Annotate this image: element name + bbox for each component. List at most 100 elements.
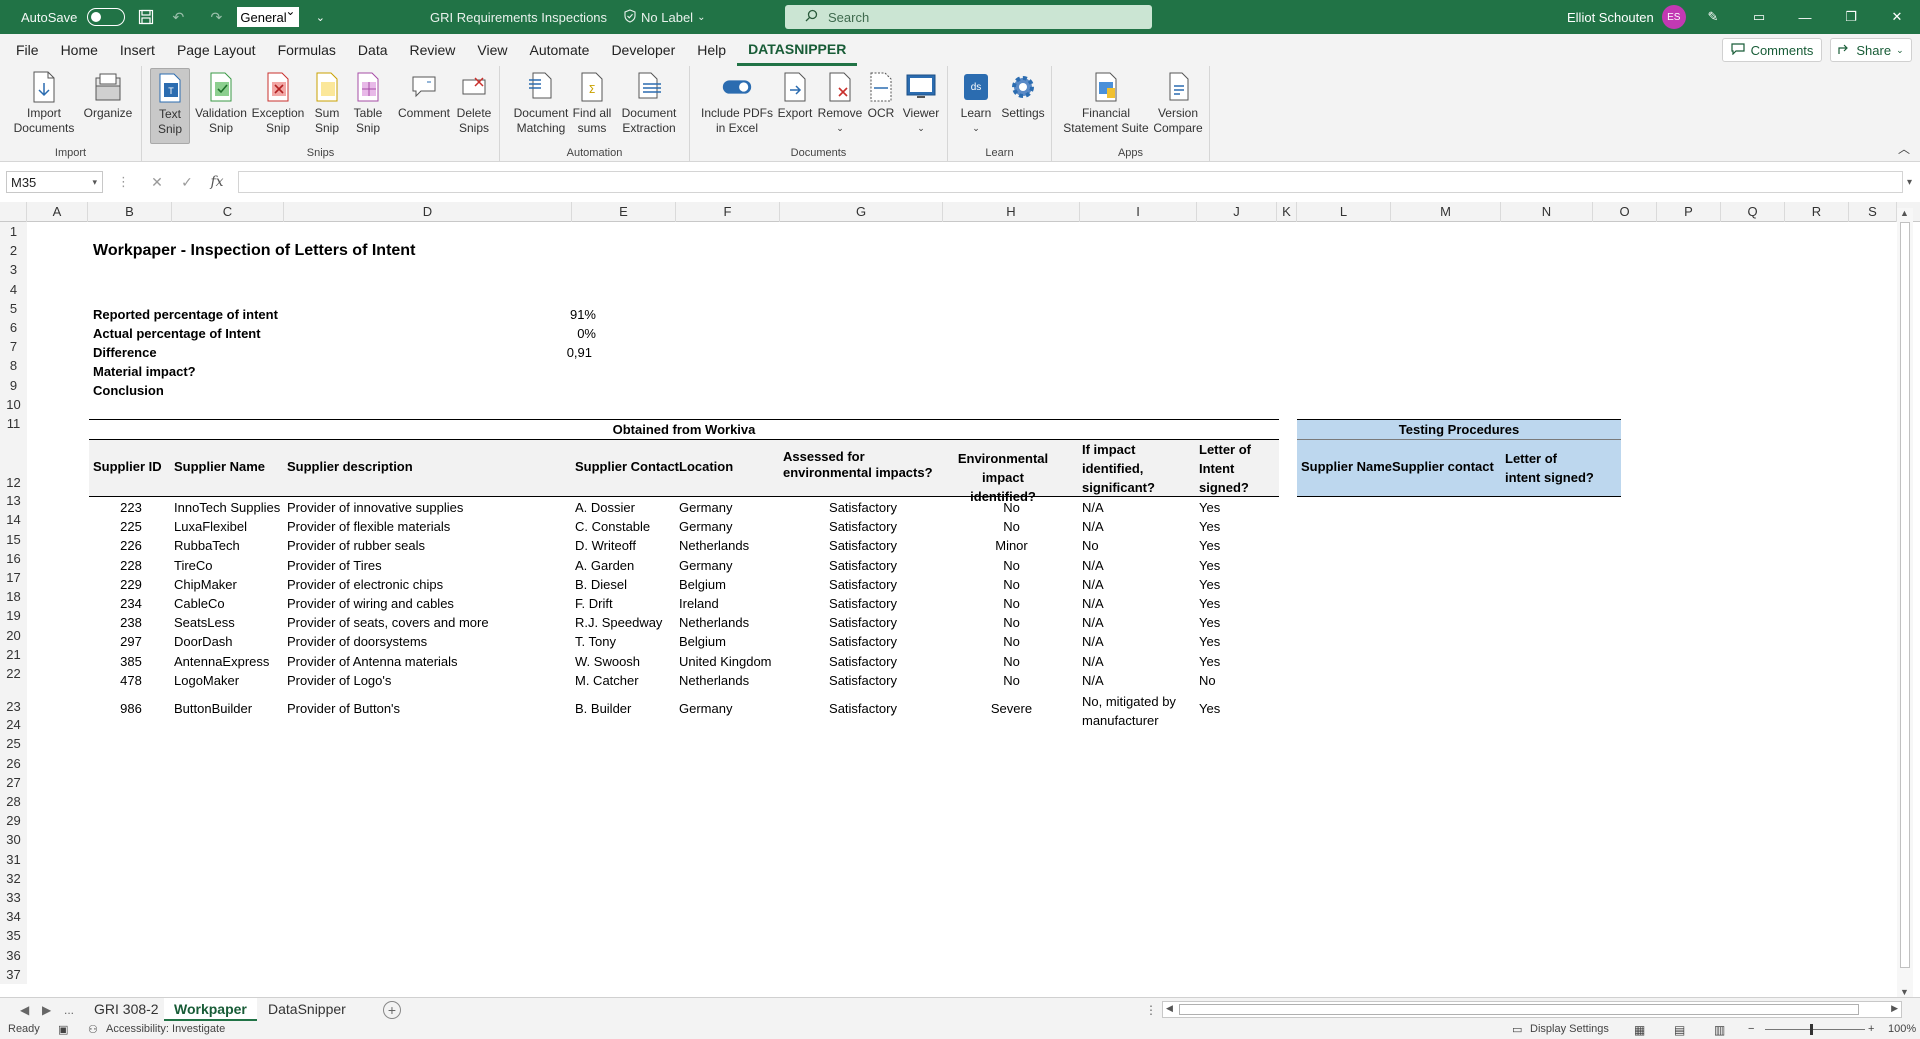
worksheet-grid[interactable]: Workpaper - Inspection of Letters of Int… — [27, 222, 1897, 997]
insert-function-icon[interactable]: fx — [202, 174, 232, 190]
row-header[interactable]: 37 — [0, 964, 27, 984]
zoom-level[interactable]: 100% — [1888, 1023, 1916, 1035]
column-header[interactable]: C — [172, 202, 284, 222]
column-header[interactable]: Q — [1721, 202, 1785, 222]
row-header[interactable]: 13 — [0, 491, 27, 511]
validation-snip-button[interactable]: Validation Snip — [194, 68, 248, 136]
column-header[interactable]: E — [572, 202, 676, 222]
collapse-ribbon-icon[interactable]: ︿ — [1898, 140, 1910, 157]
row-header[interactable]: 26 — [0, 753, 27, 773]
row-header[interactable]: 2 — [0, 241, 27, 261]
sum-snip-button[interactable]: Sum Snip — [308, 68, 346, 136]
restore-icon[interactable]: ❐ — [1828, 9, 1874, 25]
sheet-tab-gri[interactable]: GRI 308-2 — [84, 998, 169, 1022]
find-all-sums-button[interactable]: Σ Find all sums — [570, 68, 614, 136]
close-icon[interactable]: ✕ — [1874, 9, 1920, 25]
organize-button[interactable]: Organize — [80, 68, 136, 121]
row-header[interactable]: 28 — [0, 792, 27, 812]
tab-insert[interactable]: Insert — [109, 34, 166, 66]
column-header[interactable]: B — [88, 202, 172, 222]
row-header[interactable]: 10 — [0, 394, 27, 414]
tab-split-handle[interactable]: ⋮ — [1145, 998, 1157, 1022]
comments-button[interactable]: Comments — [1722, 38, 1822, 62]
horizontal-scrollbar[interactable]: ◀ ▶ — [1162, 1001, 1902, 1018]
column-header[interactable]: I — [1080, 202, 1197, 222]
column-header[interactable]: L — [1297, 202, 1391, 222]
avatar[interactable]: ES — [1661, 5, 1686, 29]
redo-icon[interactable]: ↷ — [205, 6, 227, 28]
minimize-icon[interactable]: — — [1782, 10, 1828, 25]
macro-recording-icon[interactable]: ▣ — [58, 1023, 68, 1036]
page-layout-icon[interactable]: ▤ — [1674, 1023, 1685, 1037]
number-format-select[interactable]: General — [237, 4, 300, 27]
normal-view-icon[interactable]: ▦ — [1634, 1023, 1645, 1037]
tab-formulas[interactable]: Formulas — [267, 34, 347, 66]
row-header[interactable]: 16 — [0, 548, 27, 568]
row-header[interactable]: 12 — [0, 433, 27, 492]
tab-data[interactable]: Data — [347, 34, 399, 66]
column-header[interactable]: H — [943, 202, 1080, 222]
exception-snip-button[interactable]: Exception Snip — [250, 68, 306, 136]
user-account[interactable]: Elliot Schouten ES — [1567, 0, 1686, 34]
page-break-icon[interactable]: ▥ — [1714, 1023, 1725, 1037]
column-header[interactable]: N — [1501, 202, 1593, 222]
name-box[interactable]: M35 — [6, 171, 103, 193]
row-header[interactable]: 7 — [0, 337, 27, 357]
row-header[interactable]: 20 — [0, 625, 27, 645]
row-header[interactable]: 18 — [0, 587, 27, 607]
cancel-icon[interactable]: ✕ — [142, 174, 172, 191]
scroll-thumb[interactable] — [1179, 1004, 1859, 1015]
scroll-down-icon[interactable]: ▼ — [1900, 987, 1909, 997]
scroll-up-icon[interactable]: ▲ — [1900, 208, 1909, 218]
customize-toolbar-icon[interactable]: ⌄ — [309, 6, 331, 28]
tab-home[interactable]: Home — [50, 34, 109, 66]
share-button[interactable]: Share ⌄ — [1830, 38, 1912, 62]
more-sheets[interactable]: ... — [64, 998, 74, 1022]
accessibility-status[interactable]: Accessibility: Investigate — [106, 1023, 225, 1035]
ocr-button[interactable]: OCR — [862, 68, 900, 121]
zoom-out-icon[interactable]: − — [1748, 1023, 1754, 1035]
row-header[interactable]: 22 — [0, 664, 27, 684]
save-icon[interactable] — [135, 6, 157, 28]
zoom-thumb[interactable] — [1810, 1024, 1813, 1035]
column-header[interactable]: M — [1391, 202, 1501, 222]
row-header[interactable]: 11 — [0, 414, 27, 434]
row-header[interactable]: 23 — [0, 683, 27, 716]
row-header[interactable]: 1 — [0, 222, 27, 242]
sheet-tab-workpaper[interactable]: Workpaper — [164, 998, 257, 1022]
tab-view[interactable]: View — [466, 34, 518, 66]
column-header[interactable]: O — [1593, 202, 1657, 222]
remove-button[interactable]: Remove ⌄ — [812, 68, 868, 136]
delete-snips-button[interactable]: Delete Snips — [452, 68, 496, 136]
row-header[interactable]: 25 — [0, 734, 27, 754]
column-header[interactable]: K — [1277, 202, 1297, 222]
row-header[interactable]: 5 — [0, 298, 27, 318]
comment-snip-button[interactable]: Comment — [396, 68, 452, 121]
import-documents-button[interactable]: Import Documents — [6, 68, 82, 136]
zoom-slider[interactable] — [1765, 1029, 1865, 1030]
pen-icon[interactable]: ✎ — [1690, 9, 1736, 25]
row-header[interactable]: 27 — [0, 772, 27, 792]
scroll-right-icon[interactable]: ▶ — [1891, 1003, 1898, 1014]
tab-file[interactable]: File — [5, 34, 50, 66]
text-snip-button[interactable]: T Text Snip — [150, 68, 190, 144]
row-header[interactable]: 31 — [0, 849, 27, 869]
column-header[interactable]: R — [1785, 202, 1849, 222]
tab-automate[interactable]: Automate — [519, 34, 601, 66]
row-header[interactable]: 17 — [0, 568, 27, 588]
formula-input[interactable] — [238, 171, 1903, 193]
sheet-tab-datasnipper[interactable]: DataSnipper — [258, 998, 356, 1022]
row-header[interactable]: 36 — [0, 945, 27, 965]
column-header[interactable]: S — [1849, 202, 1897, 222]
row-header[interactable]: 14 — [0, 510, 27, 530]
row-header[interactable]: 33 — [0, 888, 27, 908]
column-header[interactable]: D — [284, 202, 572, 222]
tab-help[interactable]: Help — [686, 34, 737, 66]
document-extraction-button[interactable]: Document Extraction — [614, 68, 684, 136]
prev-sheet-icon[interactable]: ◀ — [20, 998, 29, 1022]
ribbon-display-icon[interactable]: ▭ — [1736, 9, 1782, 25]
version-compare-button[interactable]: Version Compare — [1150, 68, 1206, 136]
row-header[interactable]: 19 — [0, 606, 27, 626]
row-header[interactable]: 21 — [0, 644, 27, 664]
row-header[interactable]: 6 — [0, 318, 27, 338]
